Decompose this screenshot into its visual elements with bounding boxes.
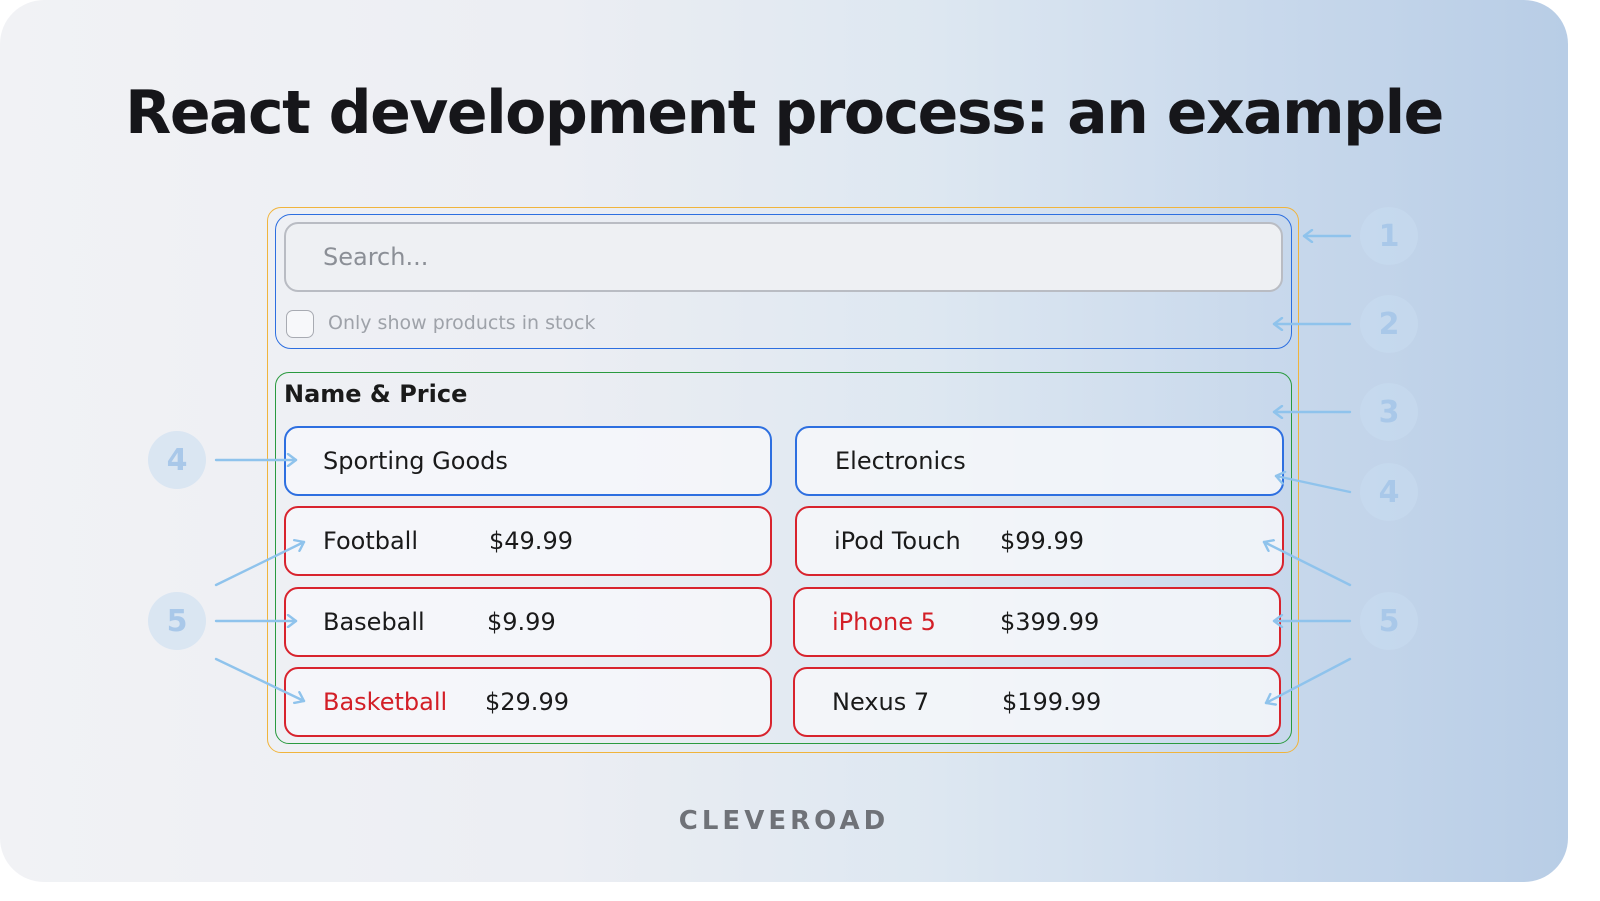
product-name: Football [323,527,419,555]
callout-badge: 4 [1360,463,1418,521]
product-row: iPhone 5 $399.99 [793,587,1281,657]
search-input[interactable]: Search... [284,222,1283,292]
brand-logo: CLEVEROAD [678,806,890,836]
callout-badge: 2 [1360,295,1418,353]
category-label: Electronics [835,447,966,475]
product-row: Football $49.99 [284,506,772,576]
product-row: Basketball $29.99 [284,667,772,737]
search-placeholder: Search... [323,243,429,271]
category-label: Sporting Goods [323,447,508,475]
callout-badge: 5 [1360,592,1418,650]
product-name: Nexus 7 [832,688,930,716]
product-price: $49.99 [489,527,573,555]
in-stock-label: Only show products in stock [328,312,596,334]
product-price: $399.99 [1000,608,1100,636]
page-title: React development process: an example [125,78,1444,148]
product-price: $29.99 [485,688,569,716]
callout-badge: 5 [148,592,206,650]
product-price: $9.99 [487,608,556,636]
callout-badge: 3 [1360,383,1418,441]
product-name-out-of-stock: iPhone 5 [832,608,936,636]
product-row: Baseball $9.99 [284,587,772,657]
product-name: Baseball [323,608,425,636]
in-stock-checkbox[interactable] [286,310,314,338]
product-row: iPod Touch $99.99 [795,506,1284,576]
category-row-electronics: Electronics [795,426,1284,496]
product-name: iPod Touch [834,527,961,555]
product-row: Nexus 7 $199.99 [793,667,1281,737]
slide: React development process: an example Se… [0,0,1568,882]
callout-badge: 4 [148,431,206,489]
product-price: $99.99 [1000,527,1084,555]
callout-badge: 1 [1360,207,1418,265]
category-row-sporting-goods: Sporting Goods [284,426,772,496]
product-name-out-of-stock: Basketball [323,688,448,716]
table-header: Name & Price [284,380,468,408]
product-price: $199.99 [1002,688,1102,716]
